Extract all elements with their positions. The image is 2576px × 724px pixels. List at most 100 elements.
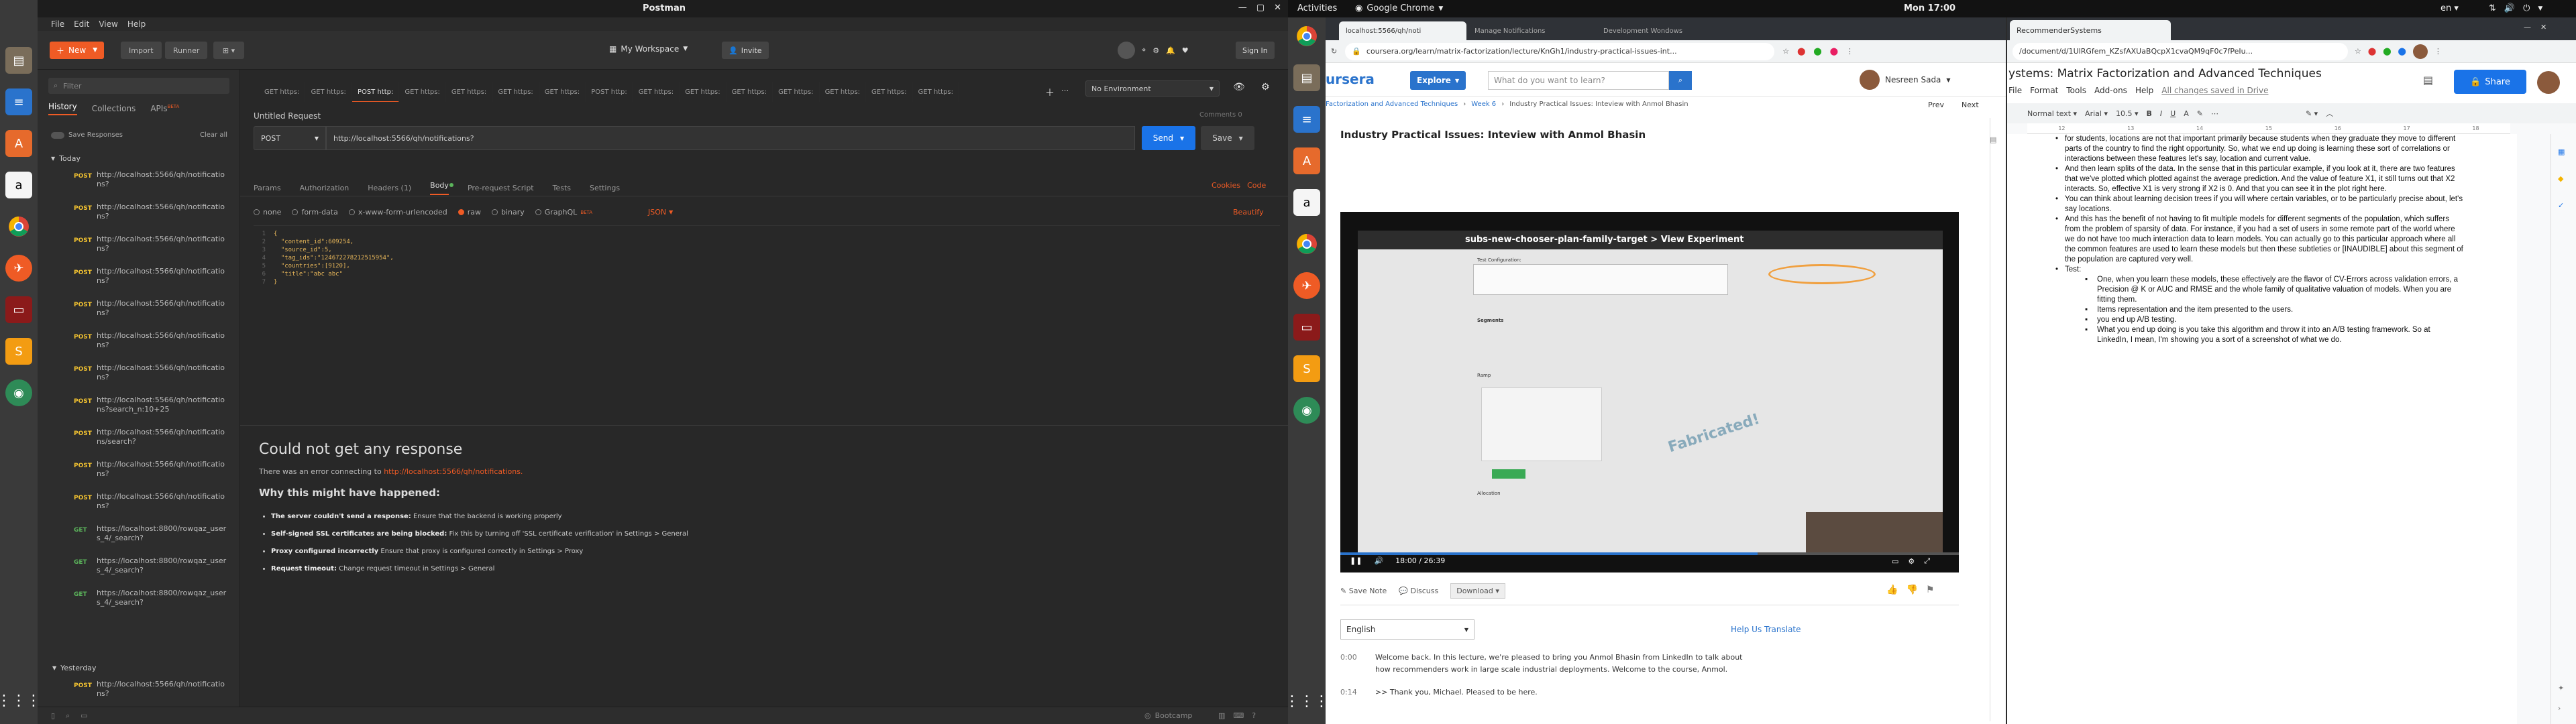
tab-apis[interactable]: APIsBETA: [150, 104, 179, 113]
settings-icon[interactable]: ⚙: [1152, 46, 1159, 55]
volume-icon[interactable]: 🔊: [1374, 556, 1383, 565]
discuss-button[interactable]: 💬 Discuss: [1399, 587, 1438, 595]
request-tab[interactable]: POST http:: [586, 82, 633, 102]
sync-icon[interactable]: [1118, 42, 1135, 59]
size-select[interactable]: 10.5 ▾: [2116, 109, 2139, 118]
history-item[interactable]: POST http://localhost:5566/qh/notificatio…: [38, 425, 225, 457]
reload-icon[interactable]: ↻: [1331, 47, 1337, 56]
env-settings-icon[interactable]: ⚙: [1261, 82, 1270, 93]
request-tab[interactable]: GET https:: [820, 82, 867, 102]
docs-menu-addons[interactable]: Add-ons: [2094, 86, 2127, 95]
runner-button[interactable]: Runner: [165, 42, 208, 59]
minimize-icon[interactable]: —: [2524, 23, 2531, 32]
software-icon[interactable]: A: [5, 130, 32, 157]
invite-button[interactable]: 👤 Invite: [722, 42, 769, 59]
subtab-params[interactable]: Params: [254, 184, 281, 192]
request-tab[interactable]: GET https:: [305, 82, 352, 102]
comments-link[interactable]: Comments 0: [1199, 111, 1242, 119]
request-tab[interactable]: GET https:: [633, 82, 680, 102]
bold-icon[interactable]: B: [2147, 109, 2152, 118]
json-select[interactable]: JSON ▼: [648, 208, 673, 217]
maximize-icon[interactable]: ▢: [1256, 3, 1265, 13]
settings-icon[interactable]: ⚙: [1908, 557, 1915, 566]
tab-collections[interactable]: Collections: [92, 104, 136, 113]
files-icon[interactable]: ▤: [5, 47, 32, 74]
doc-page[interactable]: • for students, locations are not that im…: [2007, 134, 2517, 724]
eye-icon[interactable]: 👁: [1233, 82, 1245, 93]
body-type-form-data[interactable]: form-data: [292, 208, 338, 217]
collapse-icon[interactable]: ︿: [2326, 108, 2333, 119]
account-avatar[interactable]: [2537, 71, 2560, 94]
body-type-raw[interactable]: raw: [458, 208, 481, 217]
comments-icon[interactable]: ▤: [2423, 74, 2433, 86]
network-icon[interactable]: ⇅: [2489, 3, 2496, 13]
prev-link[interactable]: Prev: [1928, 101, 1944, 109]
error-url-link[interactable]: http://localhost:5566/qh/notifications.: [384, 467, 523, 476]
docs-menu-help[interactable]: Help: [2135, 86, 2153, 95]
menu-edit[interactable]: Edit: [74, 19, 89, 29]
menu-file[interactable]: File: [51, 19, 64, 29]
next-link[interactable]: Next: [1962, 101, 1979, 109]
url-input[interactable]: http://localhost:5566/qh/notifications?: [326, 126, 1135, 150]
extension-icon[interactable]: ⬤: [2368, 47, 2376, 56]
activities-button[interactable]: Activities: [1297, 3, 1337, 13]
docs-icon[interactable]: ≡: [1293, 106, 1320, 133]
postman-icon[interactable]: ✈: [5, 255, 32, 282]
sublime-icon[interactable]: S: [5, 338, 32, 365]
chrome-icon[interactable]: [5, 213, 32, 240]
history-item[interactable]: GET https://localhost:8800/rowqaz_user s_…: [38, 522, 226, 554]
keyboard-icon[interactable]: ⌨: [1233, 711, 1244, 720]
request-tab[interactable]: GET https:: [773, 82, 820, 102]
more-icon[interactable]: ⋯: [2211, 109, 2218, 118]
history-item-yesterday[interactable]: POST http://localhost:5566/qh/notificati…: [38, 677, 225, 701]
postman-icon[interactable]: ✈: [1293, 272, 1320, 299]
chrome-icon[interactable]: [1293, 23, 1320, 50]
extension-icon-2[interactable]: ⬤: [1813, 47, 1821, 56]
like-icon[interactable]: 👍: [1886, 585, 1898, 595]
save-note-button[interactable]: ✎ Save Note: [1340, 587, 1387, 595]
software-icon[interactable]: A: [1293, 147, 1320, 174]
add-tab-icon[interactable]: ＋: [1045, 86, 1055, 99]
request-tab[interactable]: GET https:: [680, 82, 727, 102]
breadcrumb-week[interactable]: Week 6: [1471, 101, 1496, 108]
extension-icon-3[interactable]: ⬤: [2398, 47, 2406, 56]
history-item[interactable]: GET https://localhost:8800/rowqaz_user s_…: [38, 586, 226, 618]
history-item[interactable]: POST http://localhost:5566/qh/notificatio…: [38, 168, 225, 200]
address-bar[interactable]: 🔒 coursera.org/learn/matrix-factorization…: [1345, 42, 1775, 60]
request-tab[interactable]: POST http:: [352, 82, 400, 102]
body-type-graphql[interactable]: GraphQL BETA: [535, 208, 592, 217]
bookmark-star-icon[interactable]: ☆: [1782, 47, 1789, 56]
history-item[interactable]: POST http://localhost:5566/qh/notificatio…: [38, 393, 225, 425]
yesterday-group[interactable]: ▼ Yesterday: [52, 664, 97, 672]
edit-mode-icon[interactable]: ✎ ▾: [2306, 109, 2318, 118]
bell-icon[interactable]: 🔔: [1166, 46, 1175, 55]
calendar-icon[interactable]: ▦: [2558, 147, 2565, 156]
doc-title[interactable]: ystems: Matrix Factorization and Advance…: [2008, 67, 2322, 80]
text-color-icon[interactable]: A: [2184, 109, 2189, 118]
menu-dots-icon[interactable]: ⋮: [1846, 47, 1854, 56]
chrome-tab[interactable]: localhost:5566/qh/noti: [1339, 21, 1466, 40]
sublime-icon[interactable]: S: [1293, 355, 1320, 382]
fullscreen-icon[interactable]: ⤢: [1924, 556, 1930, 566]
download-button[interactable]: Download ▾: [1450, 583, 1505, 599]
explore-button[interactable]: Explore ▼: [1410, 71, 1466, 90]
docs-menu-format[interactable]: Format: [2030, 86, 2058, 95]
show-apps-icon[interactable]: ⋮⋮⋮: [0, 687, 41, 714]
docs-menu-tools[interactable]: Tools: [2066, 86, 2086, 95]
history-item[interactable]: POST http://localhost:5566/qh/notificatio…: [38, 489, 225, 522]
coursera-search-button[interactable]: ⌕: [1669, 71, 1692, 90]
highlight-icon[interactable]: ✎: [2197, 109, 2203, 118]
tasks-icon[interactable]: ✓: [2558, 201, 2564, 210]
saved-status[interactable]: All changes saved in Drive: [2161, 86, 2268, 95]
help-translate-link[interactable]: Help Us Translate: [1731, 625, 1801, 634]
request-tab[interactable]: GET https:: [446, 82, 493, 102]
globe-icon[interactable]: ◉: [1293, 397, 1320, 424]
explore-icon[interactable]: ✦: [2558, 684, 2564, 692]
terminal-icon[interactable]: ▭: [1293, 314, 1320, 341]
code-editor[interactable]: 1 2 3 4 5 67 { "content_id":609254, "source_i…: [254, 225, 1280, 426]
subtab-tests[interactable]: Tests: [553, 184, 571, 192]
request-tab[interactable]: GET https:: [539, 82, 586, 102]
extension-icon-3[interactable]: ⬤: [1830, 47, 1838, 56]
volume-icon[interactable]: 🔊: [2504, 3, 2515, 13]
heart-icon[interactable]: ♥: [1182, 46, 1189, 55]
